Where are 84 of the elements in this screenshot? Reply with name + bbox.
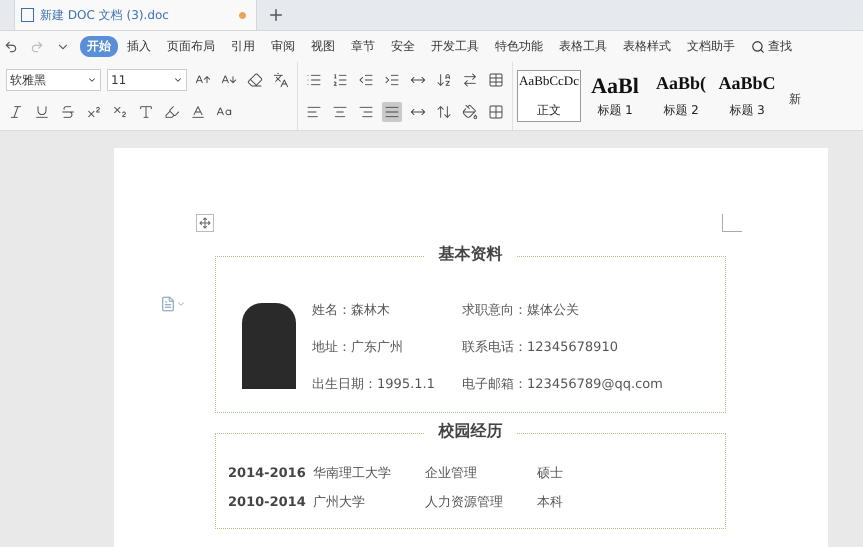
info-field: 出生日期：1995.1.1 [312,375,462,394]
style-preset[interactable]: AaBbC 标题 3 [715,70,779,122]
table-icon [488,72,504,88]
outdent-icon [358,72,374,88]
font-color-icon [190,104,206,120]
style-preview: AaBb( [656,73,706,94]
style-name: 标题 1 [597,102,633,119]
align-right-icon [358,104,374,120]
shading-icon [462,104,478,120]
phonetic-guide-icon [273,72,289,88]
school-text: 广州大学 [313,494,366,512]
info-field: 电子邮箱：123456789@qq.com [462,375,712,394]
style-name: 正文 [537,102,561,119]
swap-icon [462,72,478,88]
italic-icon [8,104,24,120]
section-heading: 校园经历 [424,421,516,442]
font-name-field[interactable]: 软雅黑 [6,69,101,91]
new-style-button[interactable]: 新 [781,91,801,122]
plus-icon [267,6,285,24]
style-name: 标题 3 [729,102,765,119]
style-preset[interactable]: AaBl 标题 1 [583,70,647,122]
section-heading: 基本资料 [424,244,516,265]
line-spacing-icon [436,104,452,120]
degree-text: 本科 [537,494,564,512]
menu-tab[interactable]: 表格样式 [616,36,678,57]
style-preset[interactable]: AaBbCcDc 正文 [517,70,581,122]
menu-tab[interactable]: 页面布局 [160,36,222,57]
style-name: 标题 2 [663,102,699,119]
style-preset[interactable]: AaBb( 标题 2 [649,70,713,122]
move-icon [199,217,211,229]
degree-text: 硕士 [537,465,564,483]
menu-tab[interactable]: 插入 [120,36,158,57]
major-text: 人力资源管理 [425,494,504,512]
menu-tab[interactable]: 安全 [384,36,422,57]
font-size-field[interactable]: 11 [107,69,187,91]
major-text: 企业管理 [425,465,478,483]
indent-icon [384,72,400,88]
menu-tab[interactable]: 视图 [304,36,342,57]
align-center-icon [332,104,348,120]
menu-tab[interactable]: 审阅 [264,36,302,57]
menu-tab[interactable]: 特色功能 [488,36,550,57]
justify-button[interactable] [382,102,402,122]
strikethrough-icon [60,104,76,120]
style-preview: AaBbC [718,73,776,94]
years-text: 2010-2014 [228,494,307,512]
highlighter-icon [164,104,180,120]
info-field: 联系电话：12345678910 [462,338,712,357]
school-text: 华南理工大学 [313,465,392,483]
superscript-icon [86,104,102,120]
numbered-list-icon [332,72,348,88]
style-preview: AaBl [591,73,639,99]
table-move-handle[interactable] [196,214,214,232]
menu-tab[interactable]: 引用 [224,36,262,57]
menu-tab[interactable]: 文档助手 [680,36,742,57]
search-button[interactable]: 查找 [744,36,792,57]
font-name-value: 软雅黑 [10,72,46,88]
document-tab-title: 新建 DOC 文档 (3).doc [40,6,170,24]
subscript-icon [112,104,128,120]
sort-icon [436,72,452,88]
info-field: 地址：广东广州 [312,338,462,357]
menu-tab[interactable]: 表格工具 [552,36,614,57]
align-left-icon [306,104,322,120]
info-field: 求职意向：媒体公关 [462,301,712,320]
document-tab[interactable]: 新建 DOC 文档 (3).doc [14,0,257,30]
document-icon [21,8,34,22]
search-icon [751,40,765,54]
menu-tab[interactable]: 开发工具 [424,36,486,57]
shading-button[interactable] [460,102,480,122]
margin-corner-mark [722,214,742,232]
undo-button[interactable] [4,40,18,54]
redo-icon [30,40,44,54]
underline-icon [34,104,50,120]
phonetic-guide-button[interactable] [271,70,291,90]
style-preview: AaBbCcDc [519,73,579,89]
font-size-value: 11 [111,73,126,87]
text-effect-icon [138,104,154,120]
menu-tab[interactable]: 章节 [344,36,382,57]
justify-icon [384,104,400,120]
eraser-icon [247,72,263,88]
info-field: 姓名：森林木 [312,301,462,320]
borders-icon [488,104,504,120]
document-icon [160,296,176,312]
years-text: 2014-2016 [228,465,307,483]
undo-icon [4,40,18,54]
